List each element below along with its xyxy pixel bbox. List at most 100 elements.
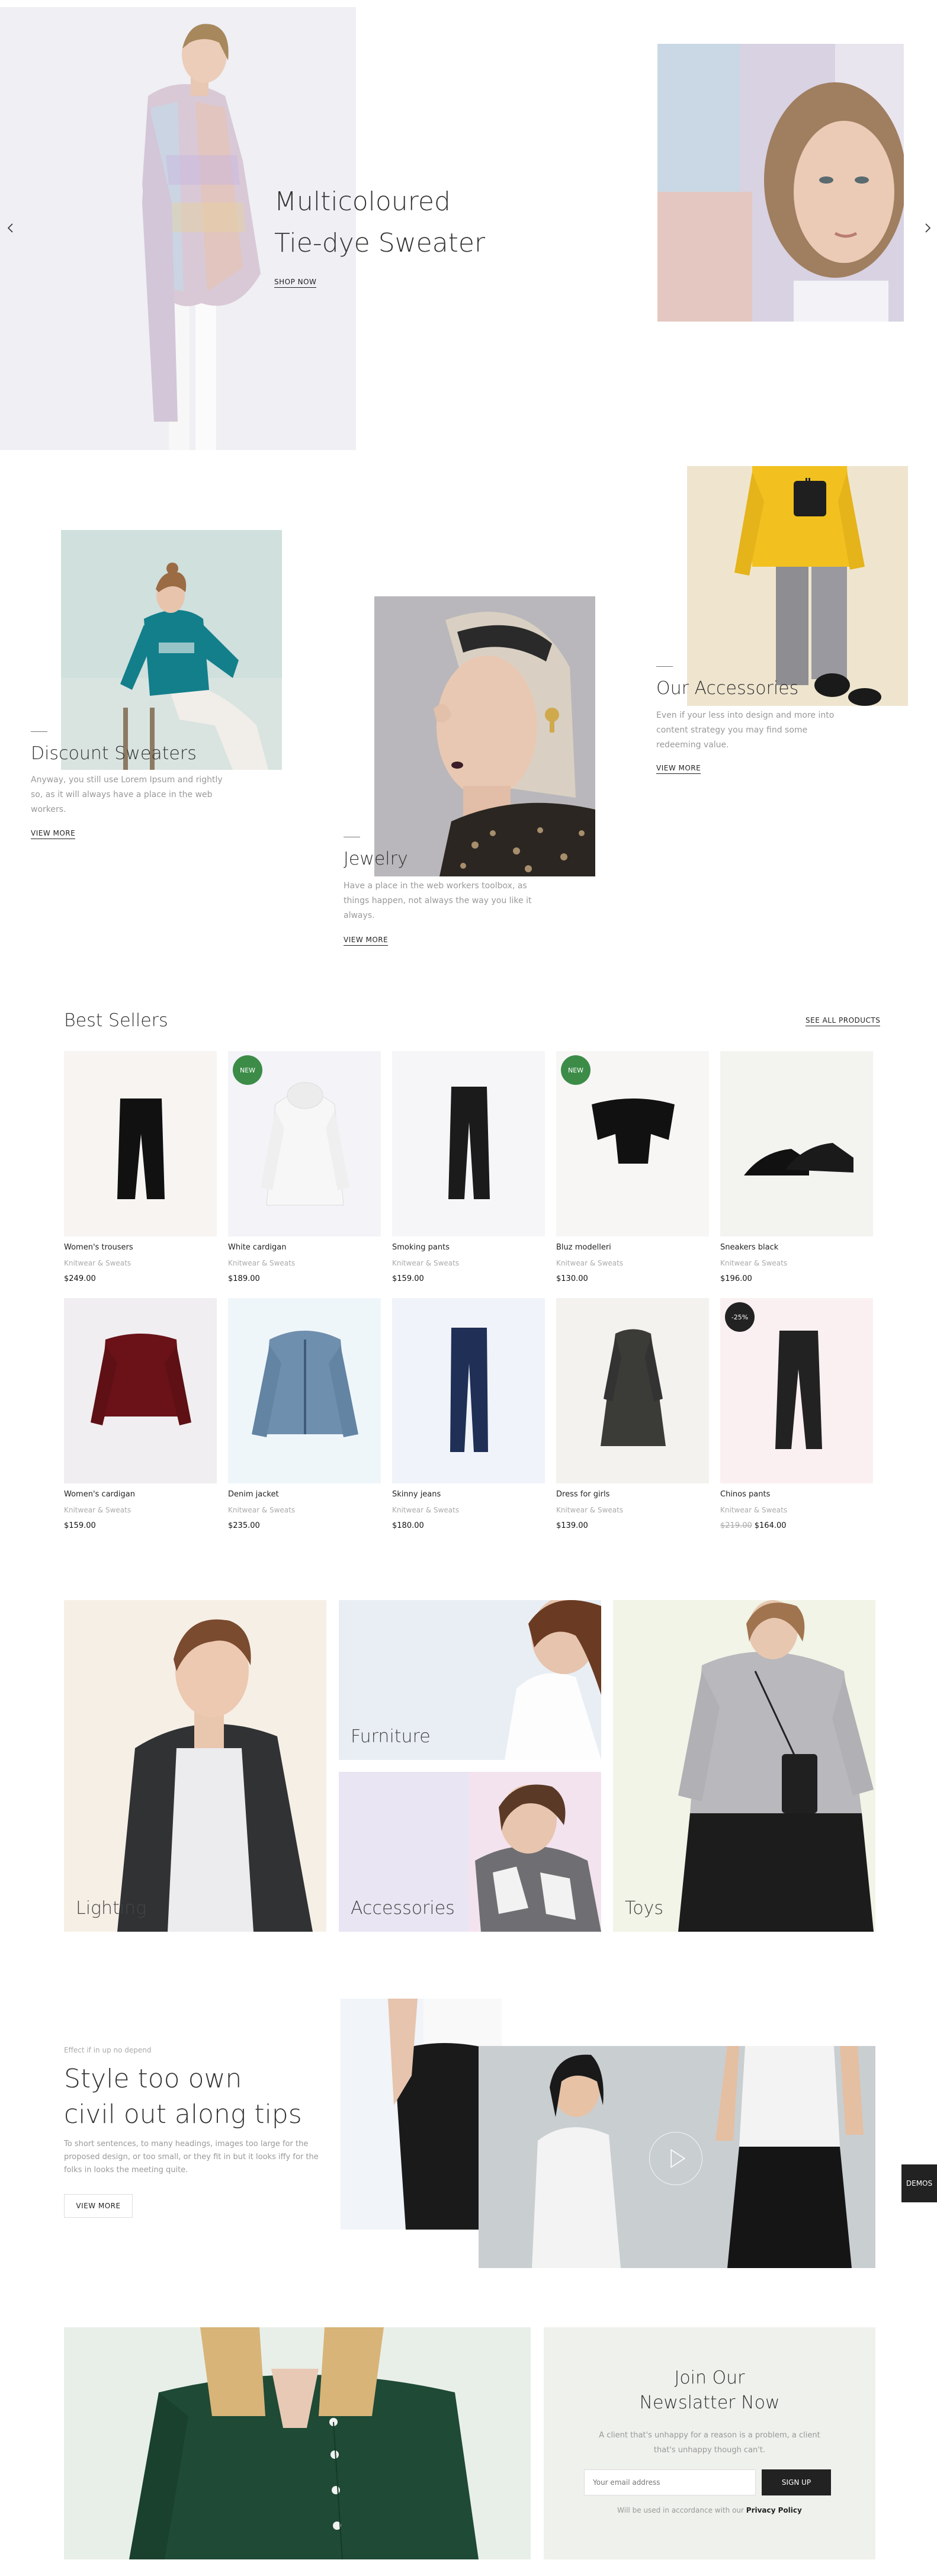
product-image[interactable]: NEW xyxy=(556,1051,709,1236)
product-card[interactable]: Smoking pants Knitwear & Sweats $159.00 xyxy=(392,1051,545,1283)
product-category[interactable]: Knitwear & Sweats xyxy=(64,1506,131,1514)
product-category[interactable]: Knitwear & Sweats xyxy=(228,1506,295,1514)
section-title: Best Sellers xyxy=(64,1010,168,1031)
hero-shop-now-link[interactable]: SHOP NOW xyxy=(274,278,317,288)
chevron-left-icon[interactable] xyxy=(5,222,17,234)
product-current-price: $249.00 xyxy=(64,1274,96,1283)
product-image[interactable] xyxy=(64,1051,217,1236)
product-card[interactable]: Skinny jeans Knitwear & Sweats $180.00 xyxy=(392,1298,545,1530)
demos-tab[interactable]: DEMOS xyxy=(901,2164,937,2202)
chevron-right-icon[interactable] xyxy=(922,222,933,234)
play-icon[interactable] xyxy=(649,2132,702,2185)
promo-title-line-2: civil out along tips xyxy=(64,2099,302,2129)
product-current-price: $164.00 xyxy=(754,1521,787,1530)
product-current-price: $235.00 xyxy=(228,1521,260,1530)
jewelry-image[interactable] xyxy=(374,596,595,876)
product-name[interactable]: Dress for girls xyxy=(556,1490,609,1499)
product-name[interactable]: Bluz modelleri xyxy=(556,1243,611,1252)
sign-up-button[interactable]: SIGN UP xyxy=(762,2469,831,2495)
newsletter-text: A client that's unhappy for a reason is … xyxy=(599,2431,820,2455)
promo-kicker: Effect if in up no depend xyxy=(64,2046,152,2054)
feature-text: Anyway, you still use Lorem Ipsum and ri… xyxy=(31,775,223,814)
product-image[interactable]: NEW xyxy=(228,1051,381,1236)
category-label: Toys xyxy=(625,1898,663,1919)
product-price: $249.00 xyxy=(64,1274,96,1283)
product-price: $219.00 $164.00 xyxy=(720,1521,787,1530)
product-category[interactable]: Knitwear & Sweats xyxy=(556,1506,623,1514)
product-card[interactable]: Women's cardigan Knitwear & Sweats $159.00 xyxy=(64,1298,217,1530)
product-image[interactable] xyxy=(228,1298,381,1483)
category-label: Lighting xyxy=(76,1898,147,1919)
product-category[interactable]: Knitwear & Sweats xyxy=(720,1506,787,1514)
product-name[interactable]: Women's trousers xyxy=(64,1243,133,1252)
product-current-price: $180.00 xyxy=(392,1521,424,1530)
product-category[interactable]: Knitwear & Sweats xyxy=(64,1259,131,1267)
product-name[interactable]: Denim jacket xyxy=(228,1490,279,1499)
see-all-products-link[interactable]: SEE ALL PRODUCTS xyxy=(806,1016,881,1026)
privacy-policy-link[interactable]: Privacy Policy xyxy=(746,2506,802,2514)
product-category[interactable]: Knitwear & Sweats xyxy=(228,1259,295,1267)
feature-text: Have a place in the web workers toolbox,… xyxy=(344,881,532,920)
product-image[interactable] xyxy=(556,1298,709,1483)
product-card[interactable]: Dress for girls Knitwear & Sweats $139.00 xyxy=(556,1298,709,1530)
hero-portrait-image xyxy=(657,44,904,322)
product-category[interactable]: Knitwear & Sweats xyxy=(720,1259,787,1267)
promo-image-back xyxy=(341,1999,502,2230)
view-more-link[interactable]: VIEW MORE xyxy=(656,764,701,774)
product-category[interactable]: Knitwear & Sweats xyxy=(392,1506,459,1514)
view-more-link[interactable]: VIEW MORE xyxy=(344,936,389,946)
product-price: $196.00 xyxy=(720,1274,752,1283)
product-price: $130.00 xyxy=(556,1274,588,1283)
product-card[interactable]: NEW White cardigan Knitwear & Sweats $189.0… xyxy=(228,1051,381,1283)
product-badge: NEW xyxy=(233,1055,262,1085)
feature-title: Discount Sweaters xyxy=(31,743,197,764)
product-card[interactable]: NEW Bluz modelleri Knitwear & Sweats $130.0… xyxy=(556,1051,709,1283)
product-current-price: $189.00 xyxy=(228,1274,260,1283)
product-name[interactable]: Smoking pants xyxy=(392,1243,450,1252)
product-price: $180.00 xyxy=(392,1521,424,1530)
product-price: $159.00 xyxy=(392,1274,424,1283)
newsletter-title-line-2: Newslatter Now xyxy=(639,2392,780,2413)
email-field[interactable] xyxy=(584,2469,756,2495)
product-name[interactable]: Sneakers black xyxy=(720,1243,778,1252)
product-card[interactable]: Denim jacket Knitwear & Sweats $235.00 xyxy=(228,1298,381,1530)
view-more-link[interactable]: VIEW MORE xyxy=(31,829,76,839)
product-image[interactable] xyxy=(392,1298,545,1483)
product-name[interactable]: Women's cardigan xyxy=(64,1490,135,1499)
product-price: $139.00 xyxy=(556,1521,588,1530)
feature-divider xyxy=(31,731,47,732)
category-label: Accessories xyxy=(351,1898,455,1919)
accessories-image[interactable] xyxy=(687,466,908,706)
promo-text: To short sentences, to many headings, im… xyxy=(64,2140,319,2174)
feature-title: Our Accessories xyxy=(656,678,799,699)
newsletter-model-image xyxy=(64,2327,531,2559)
hero-title-line-2: Tie-dye Sweater xyxy=(274,228,486,258)
product-badge: NEW xyxy=(561,1055,591,1085)
product-current-price: $159.00 xyxy=(392,1274,424,1283)
newsletter-note-text: Will be used in accordance with our xyxy=(617,2506,744,2514)
product-name[interactable]: White cardigan xyxy=(228,1243,286,1252)
product-image[interactable] xyxy=(392,1051,545,1236)
category-tile-toys[interactable] xyxy=(613,1600,875,1932)
product-current-price: $130.00 xyxy=(556,1274,588,1283)
product-image[interactable] xyxy=(720,1051,873,1236)
promo-view-more-button[interactable]: VIEW MORE xyxy=(64,2194,133,2218)
feature-divider xyxy=(656,666,673,667)
product-card[interactable]: -25% Chinos pants Knitwear & Sweats $219.00… xyxy=(720,1298,873,1530)
hero-title-line-1: Multicoloured xyxy=(274,187,451,217)
product-card[interactable]: Sneakers black Knitwear & Sweats $196.00 xyxy=(720,1051,873,1283)
product-current-price: $139.00 xyxy=(556,1521,588,1530)
discount-sweaters-image[interactable] xyxy=(61,530,282,770)
product-category[interactable]: Knitwear & Sweats xyxy=(556,1259,623,1267)
product-current-price: $159.00 xyxy=(64,1521,96,1530)
newsletter-title-line-1: Join Our xyxy=(674,2368,745,2388)
category-tile-lighting[interactable] xyxy=(64,1600,326,1932)
product-card[interactable]: Women's trousers Knitwear & Sweats $249.00 xyxy=(64,1051,217,1283)
product-category[interactable]: Knitwear & Sweats xyxy=(392,1259,459,1267)
product-name[interactable]: Skinny jeans xyxy=(392,1490,441,1499)
product-name[interactable]: Chinos pants xyxy=(720,1490,770,1499)
product-current-price: $196.00 xyxy=(720,1274,752,1283)
product-image[interactable] xyxy=(64,1298,217,1483)
product-image[interactable]: -25% xyxy=(720,1298,873,1483)
category-label: Furniture xyxy=(351,1726,431,1747)
